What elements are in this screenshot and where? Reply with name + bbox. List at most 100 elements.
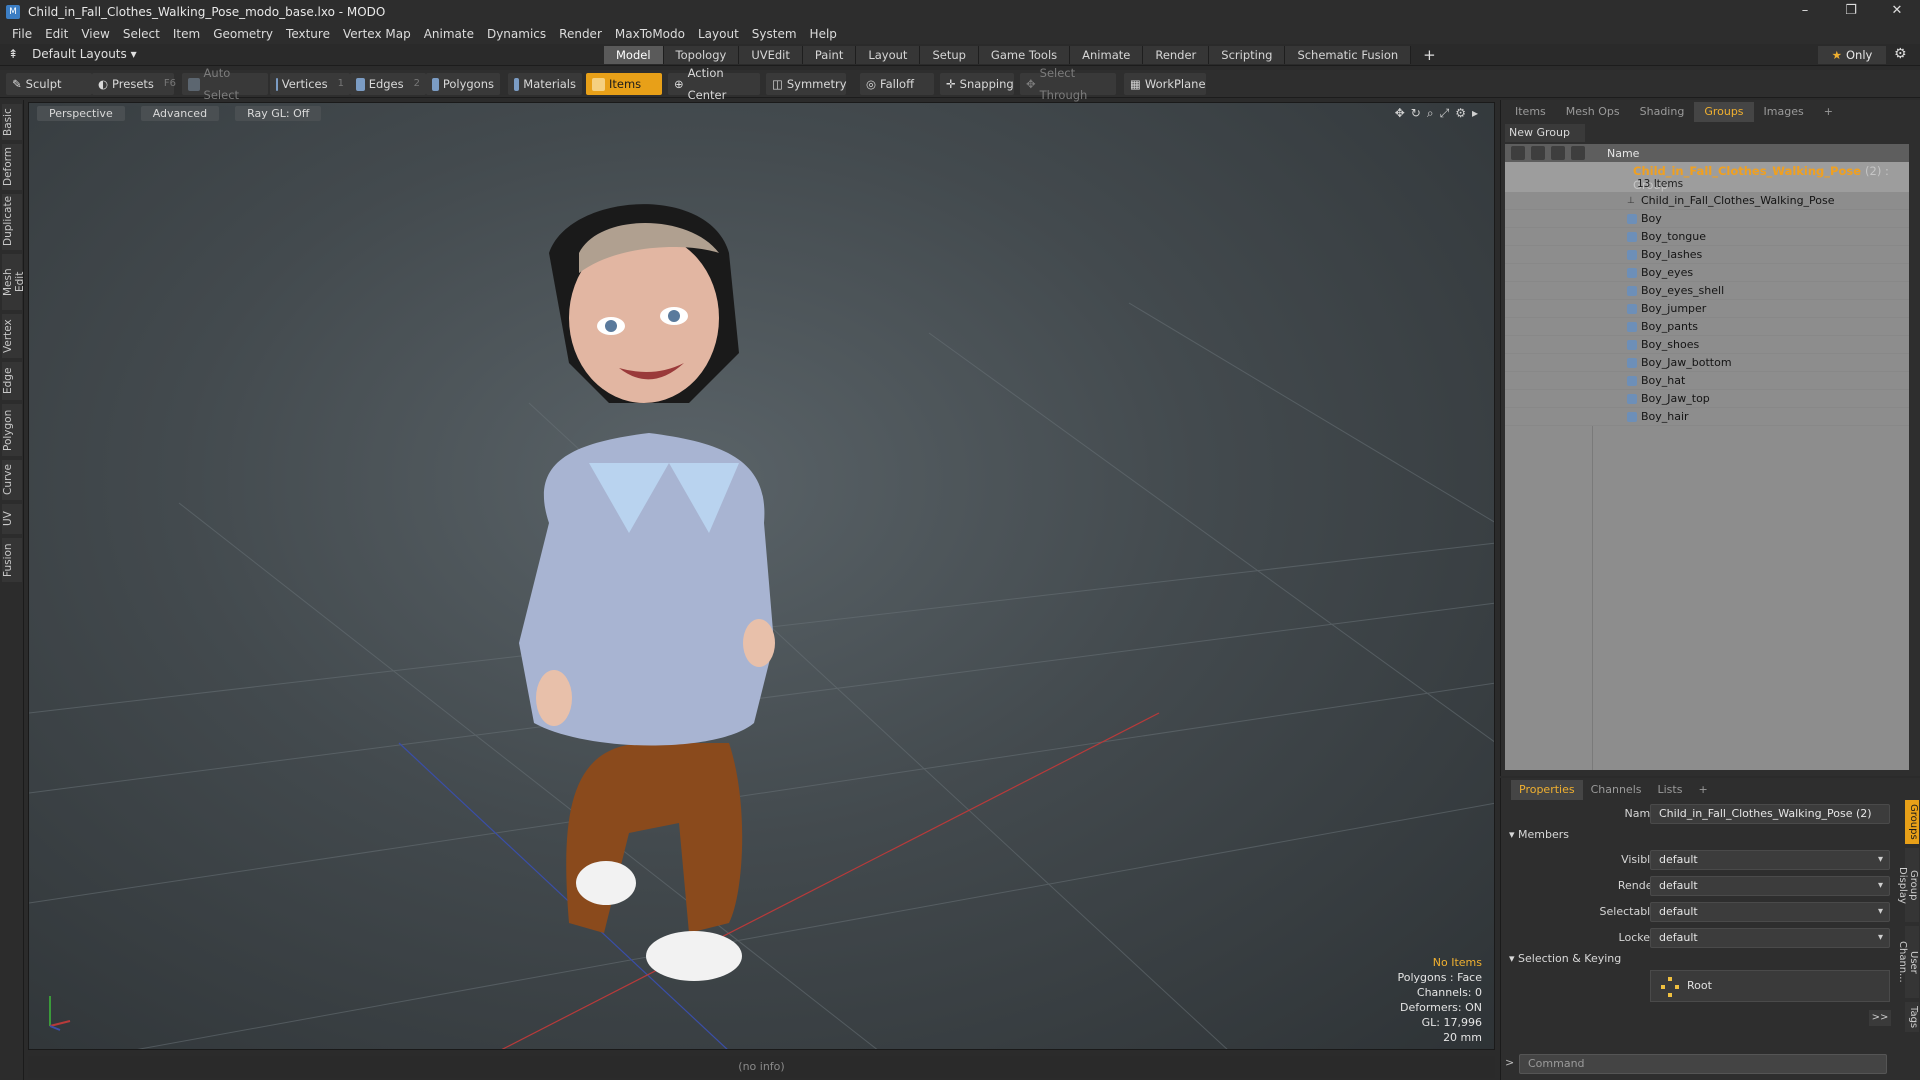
menu-edit[interactable]: Edit bbox=[41, 27, 77, 41]
tab-mesh-edit[interactable]: Mesh Edit bbox=[2, 254, 26, 310]
menu-select[interactable]: Select bbox=[119, 27, 169, 41]
tree-item-mesh[interactable]: Boy_Jaw_bottom bbox=[1505, 354, 1909, 372]
tab-groups[interactable]: Groups bbox=[1694, 102, 1754, 122]
tab-items[interactable]: Items bbox=[1505, 102, 1556, 122]
tree-item-mesh[interactable]: Boy_shoes bbox=[1505, 336, 1909, 354]
viewport-settings-icon[interactable]: ⚙ bbox=[1455, 106, 1466, 121]
tab-setup[interactable]: Setup bbox=[920, 46, 979, 64]
pan-icon[interactable]: ✥ bbox=[1395, 106, 1405, 121]
materials-button[interactable]: Materials bbox=[508, 73, 582, 95]
edges-button[interactable]: Edges 2 bbox=[350, 73, 426, 95]
tree-item-mesh[interactable]: Boy_pants bbox=[1505, 318, 1909, 336]
group-row[interactable]: Child_in_Fall_Clothes_Walking_Pose (2) :… bbox=[1505, 162, 1909, 192]
tab-vertex[interactable]: Vertex bbox=[2, 314, 22, 358]
render-select[interactable]: default ▾ bbox=[1650, 876, 1890, 896]
fit-icon[interactable]: ⤢ bbox=[1440, 106, 1450, 121]
lock-icon[interactable] bbox=[1551, 146, 1565, 160]
selection-keying-section-header[interactable]: ▾ Selection & Keying bbox=[1509, 952, 1621, 965]
viewport-menu-arrow-icon[interactable]: ▸ bbox=[1472, 106, 1478, 121]
tab-basic[interactable]: Basic bbox=[2, 104, 22, 140]
tab-render[interactable]: Render bbox=[1143, 46, 1210, 64]
view-perspective-button[interactable]: Perspective bbox=[37, 106, 125, 121]
tree-item-mesh[interactable]: Boy_hair bbox=[1505, 408, 1909, 426]
tree-item-mesh[interactable]: Boy_tongue bbox=[1505, 228, 1909, 246]
tab-polygon[interactable]: Polygon bbox=[2, 404, 22, 456]
menu-item[interactable]: Item bbox=[169, 27, 209, 41]
vertices-button[interactable]: Vertices 1 bbox=[270, 73, 350, 95]
gear-icon[interactable]: ⚙ bbox=[1894, 46, 1907, 62]
auto-select-button[interactable]: Auto Select bbox=[182, 66, 268, 102]
close-button[interactable]: ✕ bbox=[1874, 0, 1920, 24]
root-button[interactable]: Root bbox=[1650, 970, 1890, 1002]
shading-advanced-button[interactable]: Advanced bbox=[140, 106, 220, 121]
members-section-header[interactable]: ▾ Members bbox=[1509, 828, 1569, 841]
tab-curve[interactable]: Curve bbox=[2, 460, 22, 500]
add-layout-tab-button[interactable]: + bbox=[1411, 46, 1448, 64]
presets-button[interactable]: ◐ Presets F6 bbox=[92, 73, 176, 95]
tab-mesh-ops[interactable]: Mesh Ops bbox=[1556, 102, 1630, 122]
workplane-button[interactable]: ▦ WorkPlane bbox=[1124, 73, 1206, 95]
side-tab-groups[interactable]: Groups bbox=[1905, 800, 1919, 844]
tab-edge[interactable]: Edge bbox=[2, 362, 22, 400]
eye-icon[interactable] bbox=[1511, 146, 1525, 160]
sculpt-button[interactable]: ✎ Sculpt bbox=[6, 73, 92, 95]
tree-item-locator[interactable]: ⊥ Child_in_Fall_Clothes_Walking_Pose bbox=[1505, 192, 1909, 210]
polygons-button[interactable]: Polygons bbox=[426, 73, 500, 95]
side-tab-tags[interactable]: Tags bbox=[1905, 1002, 1919, 1032]
selectable-select[interactable]: default ▾ bbox=[1650, 902, 1890, 922]
menu-file[interactable]: File bbox=[8, 27, 41, 41]
select-icon[interactable] bbox=[1571, 146, 1585, 160]
tab-uv[interactable]: UV bbox=[2, 504, 22, 534]
tab-duplicate[interactable]: Duplicate bbox=[2, 194, 22, 250]
tree-item-mesh[interactable]: Boy_hat bbox=[1505, 372, 1909, 390]
action-center-button[interactable]: ⊕ Action Center bbox=[668, 66, 760, 102]
menu-geometry[interactable]: Geometry bbox=[209, 27, 282, 41]
tree-item-mesh[interactable]: Boy_Jaw_top bbox=[1505, 390, 1909, 408]
add-panel-tab-button[interactable]: + bbox=[1814, 102, 1843, 122]
tab-properties[interactable]: Properties bbox=[1511, 780, 1583, 800]
menu-layout[interactable]: Layout bbox=[694, 27, 748, 41]
tab-fusion[interactable]: Fusion bbox=[2, 538, 22, 582]
default-layouts-dropdown[interactable]: ⇞ Default Layouts ▾ bbox=[8, 47, 137, 61]
tab-scripting[interactable]: Scripting bbox=[1209, 46, 1286, 64]
minimize-button[interactable]: – bbox=[1782, 0, 1828, 24]
tree-item-mesh[interactable]: Boy_lashes bbox=[1505, 246, 1909, 264]
zoom-icon[interactable]: ⌕ bbox=[1427, 106, 1434, 121]
restore-button[interactable]: ❐ bbox=[1828, 0, 1874, 24]
tab-model[interactable]: Model bbox=[604, 46, 664, 64]
menu-vertex-map[interactable]: Vertex Map bbox=[339, 27, 420, 41]
expand-button[interactable]: >> bbox=[1869, 1010, 1891, 1026]
name-field[interactable]: Child_in_Fall_Clothes_Walking_Pose (2) bbox=[1650, 804, 1890, 824]
items-button[interactable]: Items bbox=[586, 73, 662, 95]
render-icon[interactable] bbox=[1531, 146, 1545, 160]
visible-select[interactable]: default ▾ bbox=[1650, 850, 1890, 870]
symmetry-button[interactable]: ◫ Symmetry bbox=[766, 73, 847, 95]
menu-animate[interactable]: Animate bbox=[420, 27, 483, 41]
raygl-toggle-button[interactable]: Ray GL: Off bbox=[235, 106, 322, 121]
menu-dynamics[interactable]: Dynamics bbox=[483, 27, 555, 41]
name-column-header[interactable]: Name bbox=[1593, 147, 1639, 160]
tree-item-mesh[interactable]: Boy_eyes bbox=[1505, 264, 1909, 282]
tab-images[interactable]: Images bbox=[1754, 102, 1814, 122]
menu-help[interactable]: Help bbox=[806, 27, 846, 41]
tab-layout[interactable]: Layout bbox=[856, 46, 921, 64]
tab-shading[interactable]: Shading bbox=[1630, 102, 1695, 122]
tab-lists[interactable]: Lists bbox=[1650, 780, 1691, 800]
menu-render[interactable]: Render bbox=[555, 27, 611, 41]
tab-channels[interactable]: Channels bbox=[1583, 780, 1650, 800]
character-model[interactable] bbox=[519, 204, 775, 981]
snapping-button[interactable]: ✛ Snapping bbox=[940, 73, 1014, 95]
side-tab-user-channels[interactable]: User Chann... bbox=[1897, 926, 1919, 998]
side-tab-group-display[interactable]: Group Display bbox=[1897, 848, 1919, 922]
tree-item-mesh[interactable]: Boy bbox=[1505, 210, 1909, 228]
tab-paint[interactable]: Paint bbox=[802, 46, 857, 64]
3d-viewport[interactable]: Perspective Advanced Ray GL: Off ✥ ↻ ⌕ ⤢… bbox=[28, 102, 1495, 1050]
tree-item-mesh[interactable]: Boy_jumper bbox=[1505, 300, 1909, 318]
tree-item-mesh[interactable]: Boy_eyes_shell bbox=[1505, 282, 1909, 300]
rotate-icon[interactable]: ↻ bbox=[1411, 106, 1421, 121]
collapse-arrow-icon[interactable]: ⇞ bbox=[8, 47, 18, 61]
new-group-button[interactable]: New Group bbox=[1505, 124, 1585, 142]
menu-system[interactable]: System bbox=[748, 27, 806, 41]
select-through-button[interactable]: ✥ Select Through bbox=[1020, 66, 1116, 102]
menu-maxtomodo[interactable]: MaxToModo bbox=[611, 27, 694, 41]
